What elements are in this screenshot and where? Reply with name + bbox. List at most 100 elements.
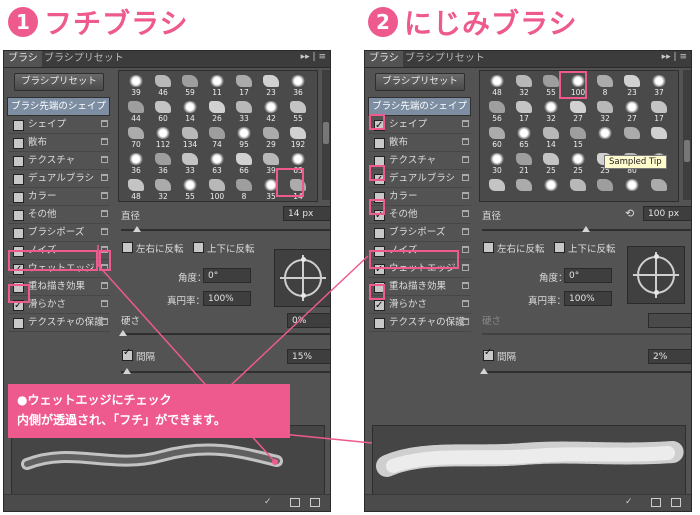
brush-tip-cell[interactable]: 59 (179, 74, 201, 97)
flip-y-checkbox[interactable] (193, 242, 204, 253)
brush-tip-cell[interactable] (621, 126, 643, 148)
brush-tip-cell[interactable]: 55 (287, 100, 309, 123)
brush-option-item[interactable]: デュアルブラシ (7, 170, 110, 188)
new-brush-icon-2[interactable] (671, 498, 681, 507)
spacing-field-2[interactable]: 2% (648, 349, 691, 364)
option-checkbox[interactable] (13, 192, 24, 203)
flip-x-checkbox-2[interactable] (483, 242, 494, 253)
lock-icon[interactable] (462, 138, 469, 145)
hardness-slider[interactable] (119, 330, 330, 336)
brush-tip-cell[interactable] (540, 178, 562, 200)
brush-tip-cell[interactable]: 17 (233, 74, 255, 97)
grid-scrollbar-2[interactable] (683, 70, 691, 200)
brush-tip-cell[interactable]: 25 (567, 152, 589, 175)
lock-icon[interactable] (462, 264, 469, 271)
grid-icon[interactable] (290, 498, 300, 507)
brush-presets-button[interactable]: ブラシプリセット (14, 73, 104, 91)
tab-brush-presets[interactable]: ブラシプリセット (40, 51, 128, 67)
brush-tip-cell[interactable]: 30 (486, 152, 508, 175)
option-checkbox[interactable] (374, 138, 385, 149)
new-brush-icon[interactable] (310, 498, 320, 507)
brush-tip-cell[interactable]: 36 (152, 152, 174, 175)
brush-tip-cell[interactable] (567, 178, 589, 200)
brush-option-item[interactable]: その他 (7, 206, 110, 224)
brush-tip-cell[interactable]: 32 (540, 100, 562, 123)
tab-brush[interactable]: ブラシ (4, 51, 42, 67)
brush-tip-cell[interactable]: 29 (260, 126, 282, 149)
diameter-field[interactable]: 14 px (283, 206, 330, 221)
tip-shape-item[interactable]: ブラシ先端のシェイプ (7, 97, 110, 116)
lock-icon[interactable] (101, 300, 108, 307)
diameter-slider-2[interactable] (482, 226, 691, 232)
brush-tip-cell[interactable]: 100 (206, 178, 228, 201)
tab-brush-presets-2[interactable]: ブラシプリセット (401, 51, 489, 67)
hardness-field[interactable]: 0% (287, 313, 330, 328)
reset-size-icon[interactable]: ⟲ (625, 207, 634, 220)
brush-tip-cell[interactable]: 112 (152, 126, 174, 149)
lock-icon[interactable] (462, 174, 469, 181)
brush-tip-cell[interactable]: 192 (287, 126, 309, 149)
brush-tip-cell[interactable]: 66 (233, 152, 255, 175)
brush-option-item[interactable]: ブラシポーズ (7, 224, 110, 242)
brush-option-item[interactable]: カラー (7, 188, 110, 206)
lock-icon[interactable] (101, 318, 108, 325)
brush-tip-cell[interactable]: 42 (260, 100, 282, 123)
panel-menu-icon-2[interactable]: ▸▸ | ≡ (662, 52, 687, 62)
lock-icon[interactable] (462, 156, 469, 163)
brush-tip-cell[interactable]: 32 (152, 178, 174, 201)
brush-tip-cell[interactable]: 25 (540, 152, 562, 175)
brush-tip-cell[interactable]: 33 (179, 152, 201, 175)
brush-tip-cell[interactable] (594, 126, 616, 148)
brush-tip-cell[interactable]: 14 (179, 100, 201, 123)
brush-tip-cell[interactable] (486, 178, 508, 200)
lock-icon[interactable] (462, 228, 469, 235)
brush-option-item[interactable]: 散布 (7, 134, 110, 152)
lock-icon[interactable] (462, 318, 469, 325)
grid-scrollbar[interactable] (322, 70, 330, 200)
spacing-slider[interactable] (121, 368, 330, 374)
brush-tip-cell[interactable]: 27 (621, 100, 643, 123)
brush-tip-cell[interactable]: 11 (206, 74, 228, 97)
angle-field[interactable]: 0° (203, 268, 251, 283)
spacing-checkbox[interactable] (122, 347, 133, 361)
diameter-field-2[interactable]: 100 px (643, 206, 691, 221)
brush-tip-cell[interactable]: 36 (125, 152, 147, 175)
brush-tip-cell[interactable]: 48 (486, 74, 508, 97)
brush-option-item[interactable]: テクスチャの保護 (7, 314, 110, 332)
brush-option-item[interactable]: テクスチャ (7, 152, 110, 170)
brush-tip-cell[interactable]: 55 (179, 178, 201, 201)
flip-x-checkbox[interactable] (122, 242, 133, 253)
brush-tip-cell[interactable]: 63 (206, 152, 228, 175)
brush-tip-cell[interactable]: 44 (125, 100, 147, 123)
brush-tip-cell[interactable]: 39 (125, 74, 147, 97)
angle-roundness-dial[interactable] (274, 249, 330, 307)
lock-icon[interactable] (101, 156, 108, 163)
brush-tip-cell[interactable]: 60 (152, 100, 174, 123)
brush-tip-cell[interactable]: 56 (486, 100, 508, 123)
roundness-field[interactable]: 100% (203, 291, 251, 306)
lock-icon[interactable] (101, 138, 108, 145)
brush-tip-cell[interactable]: 17 (513, 100, 535, 123)
brush-tip-cell[interactable]: 15 (567, 126, 589, 149)
flip-y-checkbox-2[interactable] (554, 242, 565, 253)
option-checkbox[interactable] (374, 318, 385, 329)
brush-tip-cell[interactable]: 32 (513, 74, 535, 97)
brush-tip-cell[interactable]: 60 (486, 126, 508, 149)
brush-tip-cell[interactable]: 33 (233, 100, 255, 123)
brush-tip-cell[interactable]: 17 (648, 100, 670, 123)
lock-icon[interactable] (101, 120, 108, 127)
spacing-slider-2[interactable] (480, 368, 691, 374)
lock-icon[interactable] (462, 300, 469, 307)
brush-tip-cell[interactable]: 74 (206, 126, 228, 149)
option-checkbox[interactable] (13, 156, 24, 167)
brush-tip-cell[interactable]: 8 (594, 74, 616, 97)
brush-tip-cell[interactable]: 27 (567, 100, 589, 123)
brush-option-item[interactable]: ブラシポーズ (368, 224, 471, 242)
brush-tip-cell[interactable]: 46 (152, 74, 174, 97)
brush-option-item[interactable]: 散布 (368, 134, 471, 152)
lock-icon[interactable] (101, 192, 108, 199)
diameter-slider[interactable] (121, 226, 330, 232)
brush-tip-cell[interactable]: 37 (648, 74, 670, 97)
brush-tip-cell[interactable] (648, 178, 670, 200)
lock-icon[interactable] (101, 228, 108, 235)
